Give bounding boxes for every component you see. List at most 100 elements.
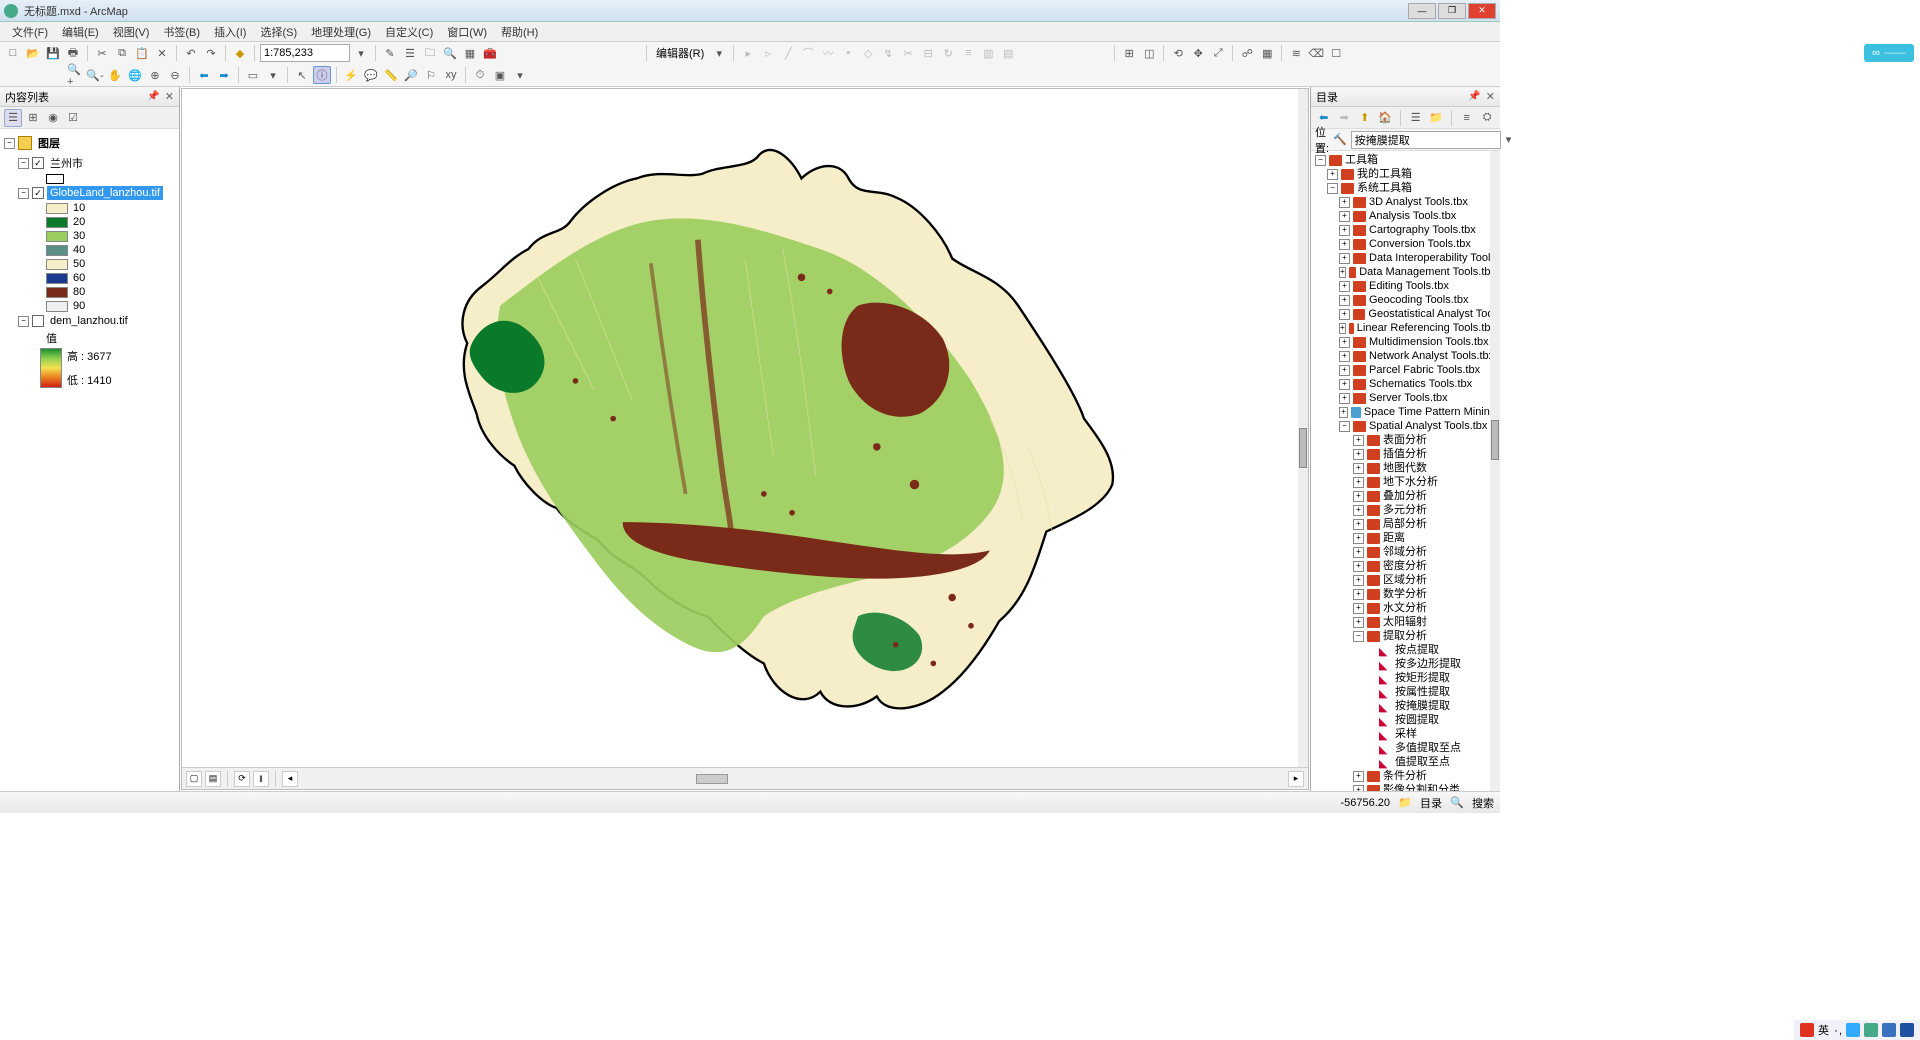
save-icon[interactable]: 💾 (44, 44, 62, 62)
pause-drawing-icon[interactable]: ‖ (253, 771, 269, 787)
minimize-button[interactable]: — (1408, 3, 1436, 19)
tray-icon-4[interactable] (1900, 1023, 1914, 1037)
cat-toolbox-item[interactable]: +Geocoding Tools.tbx (1311, 293, 1500, 307)
expand-icon[interactable]: + (1353, 589, 1364, 600)
list-by-drawing-icon[interactable]: ☰ (4, 109, 22, 127)
cat-toolbox-item[interactable]: +Space Time Pattern Mining (1311, 405, 1500, 419)
expand-icon[interactable]: − (4, 138, 15, 149)
expand-icon[interactable]: + (1353, 785, 1364, 792)
cat-toolset-item[interactable]: +条件分析 (1311, 769, 1500, 783)
cat-tool-item[interactable]: ◣按属性提取 (1311, 685, 1500, 699)
straight-segment-icon[interactable]: ╱ (779, 44, 797, 62)
scroll-left-icon[interactable]: ◂ (282, 771, 298, 787)
expand-icon[interactable]: + (1339, 393, 1350, 404)
menu-bookmarks[interactable]: 书签(B) (157, 22, 206, 42)
menu-customize[interactable]: 自定义(C) (379, 22, 439, 42)
cat-toolset-item[interactable]: +数学分析 (1311, 587, 1500, 601)
panel-close-icon[interactable]: ✕ (165, 90, 174, 103)
undo-icon[interactable]: ↶ (182, 44, 200, 62)
cat-toolset-item[interactable]: +局部分析 (1311, 517, 1500, 531)
expand-icon[interactable]: − (1327, 183, 1338, 194)
cat-toolbox-item[interactable]: +Network Analyst Tools.tbx (1311, 349, 1500, 363)
cut-polygon-icon[interactable]: ✂ (899, 44, 917, 62)
editor-toolbar-icon[interactable]: ✎ (381, 44, 399, 62)
paste-icon[interactable]: 📋 (133, 44, 151, 62)
new-doc-icon[interactable]: □ (4, 44, 22, 62)
list-by-visibility-icon[interactable]: ◉ (44, 109, 62, 127)
refresh-icon[interactable]: ⟳ (234, 771, 250, 787)
expand-icon[interactable]: + (1353, 603, 1364, 614)
expand-icon[interactable]: − (1353, 631, 1364, 642)
legend-row[interactable]: 10 (0, 201, 179, 215)
toolbox-icon[interactable]: 🧰 (481, 44, 499, 62)
toc-lanzhou-symbol[interactable] (0, 173, 179, 185)
menu-insert[interactable]: 插入(I) (208, 22, 252, 42)
trace-icon[interactable]: 〰 (819, 44, 837, 62)
expand-icon[interactable]: + (1339, 379, 1350, 390)
cat-toolbox-item[interactable]: +Server Tools.tbx (1311, 391, 1500, 405)
expand-icon[interactable]: + (1339, 197, 1350, 208)
tray-lang[interactable]: 英 (1818, 1022, 1829, 1038)
forward-extent-icon[interactable]: ➡ (215, 66, 233, 84)
cat-toolset-item[interactable]: −提取分析 (1311, 629, 1500, 643)
legend-row[interactable]: 80 (0, 285, 179, 299)
georef-viewer-icon[interactable]: ▦ (1258, 44, 1276, 62)
checkbox[interactable]: ✓ (32, 157, 44, 169)
expand-icon[interactable]: + (1353, 463, 1364, 474)
pan-icon[interactable]: ✋ (106, 66, 124, 84)
cat-toolset-item[interactable]: +地图代数 (1311, 461, 1500, 475)
list-by-source-icon[interactable]: ⊞ (24, 109, 42, 127)
cat-toolset-item[interactable]: +水文分析 (1311, 601, 1500, 615)
legend-row[interactable]: 60 (0, 271, 179, 285)
html-popup-icon[interactable]: 💬 (362, 66, 380, 84)
expand-icon[interactable]: + (1339, 407, 1348, 418)
measure-icon[interactable]: 📏 (382, 66, 400, 84)
expand-icon[interactable]: + (1353, 617, 1364, 628)
checkbox[interactable] (32, 315, 44, 327)
cat-tool-item[interactable]: ◣值提取至点 (1311, 755, 1500, 769)
forward-icon[interactable]: ➡ (1336, 109, 1354, 127)
zoom-in-icon[interactable]: 🔍+ (66, 66, 84, 84)
cat-my-toolboxes[interactable]: + 我的工具箱 (1311, 167, 1500, 181)
cat-toolset-item[interactable]: +邻域分析 (1311, 545, 1500, 559)
map-vscroll[interactable] (1298, 89, 1308, 767)
status-search-label[interactable]: 搜索 (1472, 795, 1494, 811)
expand-icon[interactable]: + (1339, 211, 1350, 222)
cat-toolbox-item[interactable]: +Geostatistical Analyst Tool (1311, 307, 1500, 321)
find-icon[interactable]: 🔎 (402, 66, 420, 84)
back-extent-icon[interactable]: ⬅ (195, 66, 213, 84)
edit-annotation-icon[interactable]: ▹ (759, 44, 777, 62)
python-icon[interactable]: ▦ (461, 44, 479, 62)
copy-icon[interactable]: ⧉ (113, 44, 131, 62)
cat-tool-item[interactable]: ◣按多边形提取 (1311, 657, 1500, 671)
legend-row[interactable]: 50 (0, 257, 179, 271)
options-icon[interactable]: ⛭ (1478, 109, 1496, 127)
cat-tool-item[interactable]: ◣采样 (1311, 727, 1500, 741)
toc-dem-ramp[interactable]: 高 : 3677 低 : 1410 (0, 347, 179, 389)
toc-layer-lanzhou[interactable]: − ✓ 兰州市 (0, 153, 179, 173)
list-icon[interactable]: ≡ (1458, 109, 1476, 127)
cat-toolbox-item[interactable]: +Schematics Tools.tbx (1311, 377, 1500, 391)
cat-toolbox-item[interactable]: +3D Analyst Tools.tbx (1311, 195, 1500, 209)
reshape-icon[interactable]: ↯ (879, 44, 897, 62)
cut-icon[interactable]: ✂ (93, 44, 111, 62)
identify-icon[interactable]: ⓘ (313, 66, 331, 84)
menu-window[interactable]: 窗口(W) (441, 22, 493, 42)
cat-toolboxes-root[interactable]: − 工具箱 (1311, 153, 1500, 167)
scale-input[interactable] (260, 44, 350, 62)
expand-icon[interactable]: + (1339, 337, 1350, 348)
status-catalog-icon[interactable]: 📁 (1396, 794, 1414, 812)
up-icon[interactable]: ⬆ (1356, 109, 1374, 127)
scroll-right-icon[interactable]: ▸ (1288, 771, 1304, 787)
cat-tool-item[interactable]: ◣按掩膜提取 (1311, 699, 1500, 713)
legend-row[interactable]: 90 (0, 299, 179, 313)
toggle-tree-icon[interactable]: ☰ (1407, 109, 1425, 127)
create-viewer-icon[interactable]: ▣ (491, 66, 509, 84)
expand-icon[interactable]: + (1339, 323, 1346, 334)
expand-icon[interactable]: + (1353, 477, 1364, 488)
georef-link-icon[interactable]: ☍ (1238, 44, 1256, 62)
menu-selection[interactable]: 选择(S) (254, 22, 303, 42)
cat-tool-item[interactable]: ◣按圆提取 (1311, 713, 1500, 727)
print-icon[interactable]: 🖶 (64, 44, 82, 62)
cat-toolbox-item[interactable]: +Editing Tools.tbx (1311, 279, 1500, 293)
